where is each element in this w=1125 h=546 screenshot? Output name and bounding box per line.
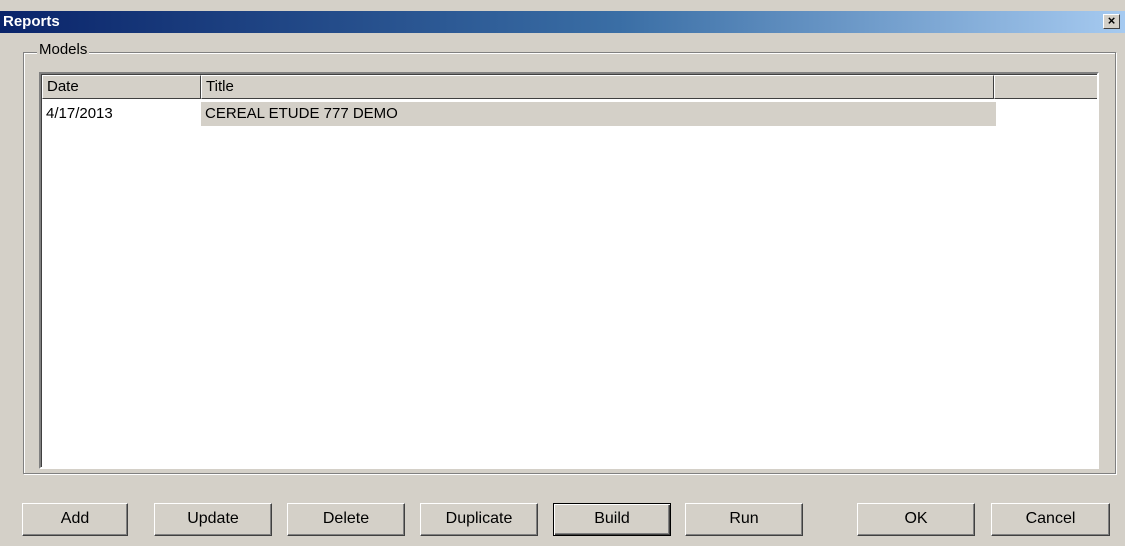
column-header-date[interactable]: Date bbox=[42, 75, 201, 99]
cell-date: 4/17/2013 bbox=[42, 102, 201, 126]
duplicate-button[interactable]: Duplicate bbox=[420, 503, 538, 536]
column-header-filler bbox=[994, 75, 1097, 99]
ok-button[interactable]: OK bbox=[857, 503, 975, 536]
update-button[interactable]: Update bbox=[154, 503, 272, 536]
close-icon: × bbox=[1107, 13, 1116, 28]
run-button[interactable]: Run bbox=[685, 503, 803, 536]
column-header-title[interactable]: Title bbox=[201, 75, 994, 99]
models-listview[interactable]: Date Title 4/17/2013 CEREAL ETUDE 777 DE… bbox=[39, 72, 1099, 469]
add-button[interactable]: Add bbox=[22, 503, 128, 536]
reports-dialog: Reports × Models Date Title 4/17/2013 CE… bbox=[0, 0, 1125, 546]
delete-button[interactable]: Delete bbox=[287, 503, 405, 536]
cell-title: CEREAL ETUDE 777 DEMO bbox=[201, 102, 996, 126]
cancel-button[interactable]: Cancel bbox=[991, 503, 1110, 536]
window-title: Reports bbox=[3, 13, 60, 30]
models-group-label: Models bbox=[37, 41, 90, 59]
build-button[interactable]: Build bbox=[553, 503, 671, 536]
title-bar[interactable]: Reports × bbox=[0, 11, 1125, 33]
listview-header: Date Title bbox=[42, 75, 1097, 99]
close-button[interactable]: × bbox=[1103, 14, 1120, 29]
